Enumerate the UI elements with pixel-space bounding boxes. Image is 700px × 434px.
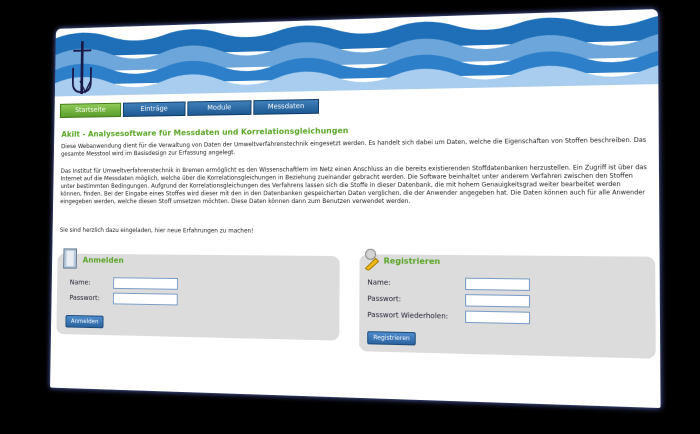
login-name-label: Name: [69,278,91,287]
login-title: Anmelden [82,255,124,265]
tab-messdaten[interactable]: Messdaten [253,98,320,115]
wave-banner [54,9,659,106]
register-button[interactable]: Registrieren [367,331,416,346]
door-icon [63,248,78,269]
register-password-input[interactable] [465,294,531,308]
browser-window: Startseite Einträge Module Messdaten Aki… [50,9,661,409]
logo-icon [67,39,98,96]
register-panel: Registrieren Name: Passwort: Passwort Wi… [359,254,656,359]
register-repeat-input[interactable] [465,310,531,325]
description-paragraph: Das Institut für Umweltverfahrenstechnik… [60,163,647,206]
tab-startseite[interactable]: Startseite [59,102,122,119]
invitation-text: Sie sind herzlich dazu eingeladen, hier … [59,226,254,235]
register-repeat-label: Passwort Wiederholen: [367,310,449,321]
login-button[interactable]: Anmelden [65,314,104,329]
register-name-input[interactable] [465,277,530,291]
tab-eintraege[interactable]: Einträge [122,101,186,117]
register-title: Registrieren [383,256,441,267]
page-heading: Akilt - Analysesoftware für Messdaten un… [61,126,349,139]
tab-module[interactable]: Module [187,100,252,116]
login-password-label: Passwort: [69,293,100,303]
login-password-input[interactable] [112,292,178,306]
login-name-input[interactable] [113,277,178,290]
pencil-user-icon [364,248,380,270]
register-name-label: Name: [367,278,391,287]
register-password-label: Passwort: [367,294,402,304]
intro-paragraph: Diese Webanwendung dient für die Verwalt… [60,136,647,158]
login-panel: Anmelden Name: Passwort: Anmelden [56,254,340,341]
